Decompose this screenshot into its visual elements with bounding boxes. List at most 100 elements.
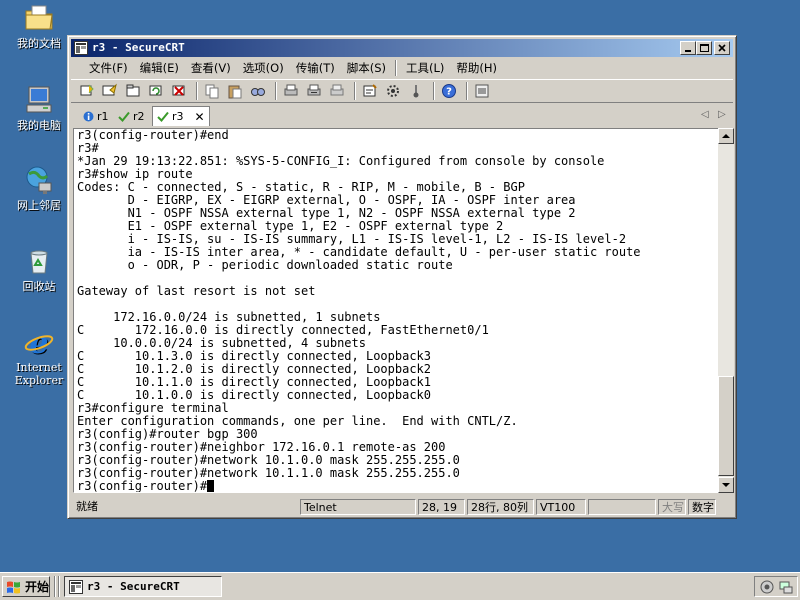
checkmark-icon: [157, 111, 169, 122]
minimize-button[interactable]: [680, 41, 696, 55]
svg-text:?: ?: [446, 87, 452, 98]
close-icon: [718, 44, 726, 52]
desktop-icon-label: 我的电脑: [17, 119, 61, 132]
taskbar: 开始 r3 - SecureCRT: [0, 572, 800, 600]
scroll-thumb[interactable]: [718, 376, 734, 476]
tab-scroll-right-icon[interactable]: ▷: [718, 109, 726, 120]
terminal-line: r3(config-router)#end: [77, 128, 229, 142]
network-globe-icon: [23, 164, 55, 196]
connect-tab-icon[interactable]: [123, 81, 143, 101]
securecrt-window: r3 - SecureCRT 文件(F) 编辑(E) 查看(V) 选项(O) 传…: [67, 35, 737, 519]
desktop-icon-network[interactable]: 网上邻居: [4, 164, 74, 212]
status-terminal-size: 28行, 80列: [467, 499, 534, 515]
menu-file[interactable]: 文件(F): [83, 59, 134, 77]
menu-separator: [395, 60, 397, 76]
status-empty: [588, 499, 656, 515]
desktop-icon-label-line1: Internet: [16, 361, 62, 374]
network-status-icon[interactable]: [759, 579, 775, 595]
windows-logo-icon: [7, 581, 20, 593]
tab-close-icon[interactable]: ✕: [195, 110, 205, 124]
desktop-icon-label: 网上邻居: [17, 199, 61, 212]
tab-label: r3: [172, 110, 184, 123]
menu-options[interactable]: 选项(O): [237, 59, 290, 77]
terminal-cursor: [207, 480, 215, 492]
maximize-button[interactable]: [696, 41, 712, 55]
desktop-icon-label-line2: Explorer: [14, 374, 64, 387]
status-protocol: Telnet: [300, 499, 416, 515]
arrow-down-icon: [722, 483, 730, 487]
disconnect-icon[interactable]: [169, 81, 189, 101]
scroll-up-button[interactable]: [718, 128, 734, 144]
terminal-line: r3(config-router)#: [77, 480, 641, 492]
print-icon[interactable]: [281, 81, 301, 101]
log-icon[interactable]: [472, 81, 492, 101]
taskbar-item-securecrt[interactable]: r3 - SecureCRT: [64, 576, 222, 597]
keymap-icon[interactable]: [406, 81, 426, 101]
maximize-icon: [700, 44, 709, 52]
securecrt-app-icon: [74, 41, 88, 55]
terminal-view[interactable]: r3(config-router)#end r3# *Jan 29 19:13:22…: [73, 128, 719, 493]
tab-r3[interactable]: r3 ✕: [152, 106, 210, 126]
vertical-scrollbar[interactable]: [718, 128, 734, 493]
folder-icon: [23, 2, 55, 34]
internet-explorer-icon: e: [23, 326, 55, 361]
menu-transfer[interactable]: 传输(T): [290, 59, 341, 77]
copy-icon[interactable]: [202, 81, 222, 101]
checkmark-icon: [118, 111, 130, 122]
menu-script[interactable]: 脚本(S): [341, 59, 392, 77]
tab-label: r2: [133, 110, 145, 123]
desktop-icon-internet-explorer[interactable]: e Internet Explorer: [4, 326, 74, 387]
desktop-icon-my-computer[interactable]: 我的电脑: [4, 84, 74, 132]
print-selection-icon[interactable]: [304, 81, 324, 101]
global-options-icon[interactable]: [383, 81, 403, 101]
window-title: r3 - SecureCRT: [92, 41, 185, 54]
system-tray: [754, 576, 798, 597]
securecrt-app-icon: [69, 579, 83, 594]
status-cursor-position: 28, 19: [418, 499, 465, 515]
find-icon[interactable]: [248, 81, 268, 101]
tab-r2[interactable]: r2: [114, 108, 149, 125]
minimize-icon: [685, 50, 691, 52]
paste-icon[interactable]: [225, 81, 245, 101]
terminal-output: r3(config-router)#end r3# *Jan 29 19:13:22…: [77, 128, 641, 492]
help-icon[interactable]: ?: [439, 81, 459, 101]
terminal-line: o - ODR, P - periodic downloaded static …: [77, 258, 453, 272]
close-button[interactable]: [714, 41, 730, 55]
status-emulation: VT100: [536, 499, 586, 515]
status-caps-lock: 大写: [658, 499, 686, 515]
computer-icon: [23, 84, 55, 116]
quick-connect-icon[interactable]: [100, 81, 120, 101]
tray-computer-icon[interactable]: [778, 579, 794, 595]
status-ready: 就绪: [76, 500, 98, 513]
connect-icon[interactable]: [77, 81, 97, 101]
tab-scroll-left-icon[interactable]: ◁: [701, 109, 709, 120]
status-bar: 就绪 Telnet 28, 19 28行, 80列 VT100 大写 数字: [71, 498, 733, 516]
recycle-bin-icon: [23, 245, 55, 277]
desktop-icon-my-documents[interactable]: 我的文档: [4, 2, 74, 50]
desktop-icon-label: 回收站: [22, 280, 56, 293]
session-tabs: r1 r2 r3 ✕ ◁ ▷: [71, 105, 733, 126]
terminal-line: Gateway of last resort is not set: [77, 284, 316, 298]
start-button[interactable]: 开始: [2, 576, 50, 597]
menu-edit[interactable]: 编辑(E): [134, 59, 185, 77]
arrow-up-icon: [722, 134, 730, 138]
start-label: 开始: [25, 580, 50, 594]
svg-text:e: e: [29, 326, 48, 358]
tab-label: r1: [97, 110, 109, 123]
print-screen-icon[interactable]: [327, 81, 347, 101]
menu-tools[interactable]: 工具(L): [400, 59, 450, 77]
reconnect-icon[interactable]: [146, 81, 166, 101]
desktop-icon-recycle-bin[interactable]: 回收站: [4, 245, 74, 293]
taskbar-item-label: r3 - SecureCRT: [87, 580, 180, 593]
menu-bar: 文件(F) 编辑(E) 查看(V) 选项(O) 传输(T) 脚本(S) 工具(L…: [71, 58, 733, 78]
toolbar: ?: [71, 79, 733, 103]
status-num-lock: 数字: [688, 499, 716, 515]
menu-help[interactable]: 帮助(H): [450, 59, 503, 77]
session-options-icon[interactable]: [360, 81, 380, 101]
scroll-down-button[interactable]: [718, 477, 734, 493]
desktop-icon-label: 我的文档: [17, 37, 61, 50]
menu-view[interactable]: 查看(V): [185, 59, 237, 77]
info-icon: [83, 111, 94, 122]
tab-r1[interactable]: r1: [79, 108, 113, 125]
title-bar[interactable]: r3 - SecureCRT: [71, 39, 733, 57]
